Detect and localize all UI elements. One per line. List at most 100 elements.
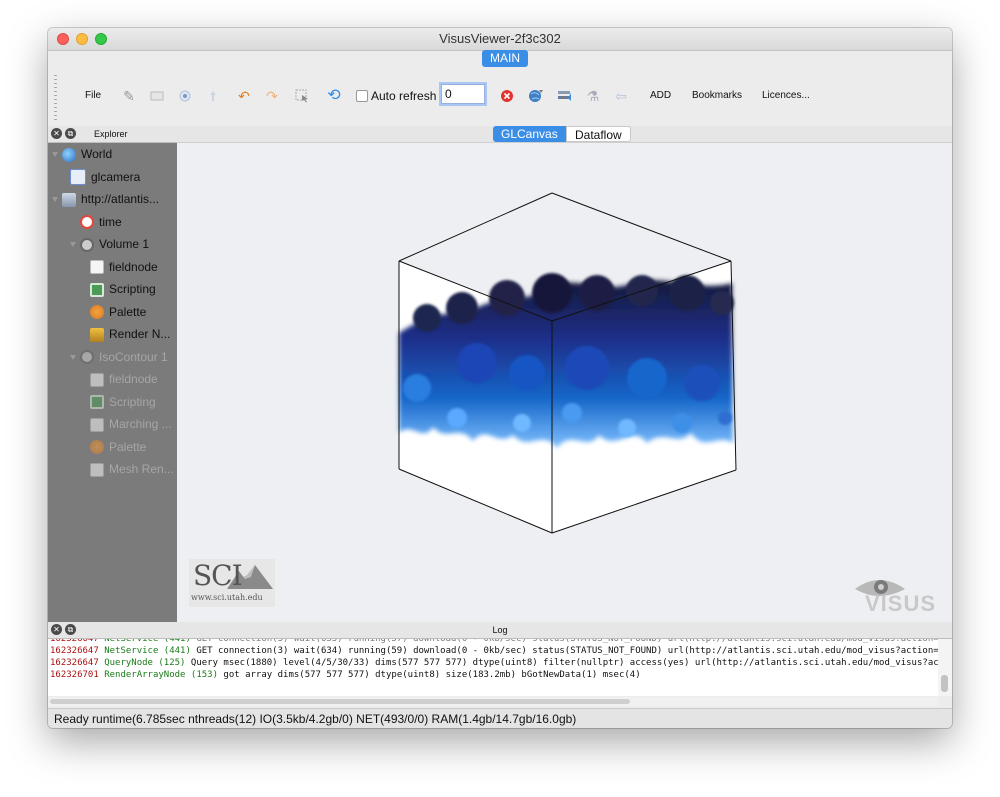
tab-main[interactable]: MAIN [482,50,528,67]
tree-item-label: Palette [109,439,147,454]
tree-item-label: Scripting [109,282,156,296]
point-icon[interactable] [176,87,194,105]
float-panel-icon[interactable]: ⧉ [65,128,76,139]
sci-logo-text: SCI [193,559,243,592]
palette-icon [90,440,104,455]
tree-item-label: IsoContour 1 [99,349,168,364]
layers-icon[interactable] [556,87,574,105]
tree-item-label: Palette [109,304,147,319]
auto-refresh-label: Auto refresh [371,89,437,103]
log-timestamp: 162326647 [50,658,99,668]
tree-item-label: Scripting [109,394,156,409]
tree-item[interactable]: http://atlantis... [52,189,160,209]
log-node: NetService (441) [104,646,191,656]
auto-refresh-checkbox[interactable] [356,90,368,102]
visus-logo: VISUS [851,573,941,616]
tree-item-label: Marching ... [109,417,172,431]
bookmarks-button[interactable]: Bookmarks [692,87,742,105]
refresh-icon[interactable]: ⟲ [325,87,343,105]
redo-icon[interactable]: ↷ [263,87,281,105]
tree-item[interactable]: fieldnode [90,369,158,389]
log-hscroll-thumb[interactable] [50,699,630,704]
log-horizontal-scrollbar[interactable] [48,697,938,706]
log-scroll-thumb[interactable] [941,675,948,692]
log-output[interactable]: 162326647 NetService (441) GET connectio… [48,639,938,696]
tab-glcanvas[interactable]: GLCanvas [493,126,566,142]
tree-item[interactable]: Scripting [90,392,156,412]
log-timestamp: 162326647 [50,646,99,656]
log-node: QueryNode (125) [104,658,186,668]
tree-item-label: glcamera [91,169,141,184]
camera-icon [70,169,86,186]
rectangle-icon[interactable] [148,87,166,105]
arrow-left-icon[interactable]: ⇦ [612,87,630,105]
palette-icon [90,305,104,320]
flask-icon[interactable]: ⚗ [584,87,602,105]
app-window: VisusViewer-2f3c302 MAIN File ✎ ↶ ↷ ⟲ Au… [48,28,952,728]
licences-button[interactable]: Licences... [762,87,810,105]
window-title: VisusViewer-2f3c302 [439,31,561,46]
document-icon [90,372,104,387]
close-panel-icon[interactable]: ✕ [51,128,62,139]
globe-icon [62,147,76,162]
pin-icon[interactable] [204,87,222,105]
auto-refresh-input[interactable]: 0 [441,84,485,104]
status-bar: Ready runtime(6.785sec nthreads(12) IO(3… [48,708,952,728]
explorer-title: Explorer [94,129,128,139]
globe-icon[interactable] [527,87,545,105]
canvas-tabbar: GLCanvas Dataflow [177,126,952,143]
tree-item[interactable]: Volume 1 [70,234,150,254]
document-icon [90,462,104,477]
undo-icon[interactable]: ↶ [235,87,253,105]
edit-icon[interactable]: ✎ [120,87,138,105]
tab-dataflow[interactable]: Dataflow [566,126,631,142]
log-line: 162326701 RenderArrayNode (153) got arra… [48,669,938,681]
tree-item[interactable]: time [80,212,122,232]
tree-item-label: time [99,214,122,229]
document-icon [90,260,104,275]
stop-icon[interactable] [498,87,516,105]
log-node: RenderArrayNode (153) [104,670,218,680]
add-button[interactable]: ADD [650,87,671,105]
expand-arrow-icon[interactable] [70,242,76,247]
close-log-icon[interactable]: ✕ [51,624,62,635]
tree-item[interactable]: Palette [90,437,146,457]
tree-item-label: http://atlantis... [81,192,160,206]
render-icon [90,327,104,342]
script-icon [90,395,104,410]
toolbar-grip[interactable] [54,75,57,120]
expand-arrow-icon[interactable] [52,197,58,202]
tree-item[interactable]: Mesh Ren... [90,459,174,479]
select-icon[interactable] [293,87,311,105]
tree-item[interactable]: IsoContour 1 [70,347,168,367]
log-vertical-scrollbar[interactable] [938,639,952,696]
tree-item-label: Volume 1 [99,237,150,251]
gl-viewport[interactable]: SCI www.sci.utah.edu VISUS [177,143,952,622]
title-bar: VisusViewer-2f3c302 [48,28,952,51]
volume-render [398,192,737,534]
tree-item-label: World [81,147,113,161]
sci-logo: SCI www.sci.utah.edu [189,559,275,607]
explorer-header: ✕ ⧉ Explorer [48,126,177,143]
tree-item[interactable]: glcamera [70,167,140,187]
tree-item[interactable]: Palette [90,302,146,322]
tree-item[interactable]: Marching ... [90,414,172,434]
log-panel: ✕ ⧉ Log 162326647 NetService (441) GET c… [48,622,952,708]
float-log-icon[interactable]: ⧉ [65,624,76,635]
expand-arrow-icon[interactable] [70,354,76,360]
file-menu[interactable]: File [85,87,101,105]
expand-arrow-icon[interactable] [52,152,58,157]
visus-logo-text: VISUS [865,591,937,616]
tree-item[interactable]: fieldnode [90,257,158,277]
toolbar: File ✎ ↶ ↷ ⟲ Auto refresh 0 ⚗ ⇦ ADD Book… [48,69,952,125]
clock-icon [80,215,94,230]
tree-item[interactable]: Render N... [90,324,170,344]
document-icon [90,417,104,432]
tree-item[interactable]: World [52,144,113,164]
script-icon [90,282,104,297]
log-message: Query msec(1880) level(4/5/30/33) dims(5… [190,658,938,668]
log-line: 162326647 QueryNode (125) Query msec(188… [48,657,938,669]
gear-icon [80,237,94,252]
log-message: GET connection(3) wait(634) running(59) … [196,646,938,656]
tree-item[interactable]: Scripting [90,279,156,299]
